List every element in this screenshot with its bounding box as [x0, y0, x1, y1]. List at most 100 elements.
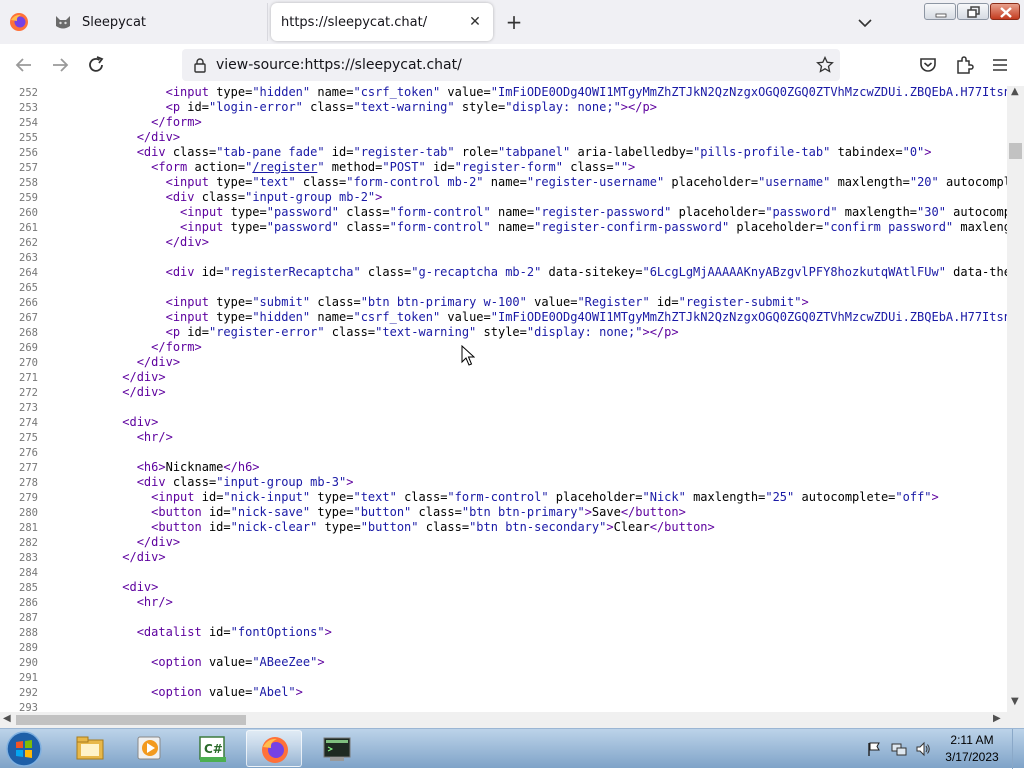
- minimize-button[interactable]: [924, 3, 956, 20]
- start-button-icon[interactable]: [4, 730, 44, 768]
- source-token: type=: [310, 490, 354, 504]
- source-link[interactable]: /register: [252, 160, 317, 174]
- address-bar[interactable]: view-source:https://sleepycat.chat/: [182, 49, 840, 81]
- source-token: "text": [252, 175, 296, 189]
- source-token: "btn btn-primary": [461, 505, 585, 519]
- chevron-down-icon[interactable]: [855, 13, 875, 33]
- line-number: 271: [19, 372, 38, 384]
- source-line: 281 <button id="nick-clear" type="button…: [0, 520, 1007, 535]
- vertical-scroll-thumb[interactable]: [1009, 143, 1022, 159]
- source-line: 259 <div class="input-group mb-2">: [0, 190, 1007, 205]
- scroll-left-icon[interactable]: ◀: [3, 713, 11, 724]
- taskbar-media-player[interactable]: [122, 730, 178, 767]
- clock-date[interactable]: 3/17/2023: [940, 750, 1004, 764]
- source-token: class=: [339, 205, 390, 219]
- source-token: </div>: [122, 385, 166, 399]
- taskbar-firefox[interactable]: [246, 730, 302, 767]
- source-token: "register-submit": [678, 295, 802, 309]
- source-line: 282 </div>: [0, 535, 1007, 550]
- taskbar-csharp-ide[interactable]: C#: [184, 730, 240, 767]
- source-token: type=: [310, 505, 354, 519]
- source-token: "password": [266, 220, 340, 234]
- scroll-right-icon[interactable]: ▶: [993, 713, 1001, 724]
- source-line: 287: [0, 610, 1007, 625]
- scroll-up-icon[interactable]: ▲: [1011, 86, 1019, 97]
- source-line: 252 <input type="hidden" name="csrf_toke…: [0, 86, 1007, 100]
- source-token: maxlength=: [830, 175, 910, 189]
- source-token: <input: [151, 490, 195, 504]
- back-arrow-icon[interactable]: [12, 53, 36, 77]
- source-line: 289: [0, 640, 1007, 655]
- source-token: [122, 355, 136, 369]
- minimize-icon: [935, 13, 947, 18]
- url-text[interactable]: view-source:https://sleepycat.chat/: [216, 57, 462, 73]
- close-window-button[interactable]: [990, 3, 1020, 20]
- source-token: [122, 115, 151, 129]
- show-desktop-button[interactable]: [1012, 729, 1024, 769]
- new-tab-button[interactable]: +: [502, 11, 526, 35]
- restore-button[interactable]: [957, 3, 989, 20]
- pocket-icon[interactable]: [916, 53, 940, 77]
- horizontal-scrollbar[interactable]: ◀ ▶: [0, 712, 1007, 728]
- source-token: value=: [440, 310, 491, 324]
- source-token: [122, 190, 165, 204]
- source-token: <input: [165, 175, 209, 189]
- source-token: [122, 265, 165, 279]
- tab-view-source[interactable]: https://sleepycat.chat/ ✕: [271, 3, 493, 41]
- tab-strip: Sleepycat https://sleepycat.chat/ ✕ +: [0, 0, 1024, 44]
- source-token: <button: [151, 505, 202, 519]
- source-token: </p>: [628, 100, 657, 114]
- tab-title: https://sleepycat.chat/: [281, 14, 428, 30]
- vertical-scrollbar[interactable]: ▲ ▼: [1007, 86, 1024, 712]
- source-token: </div>: [122, 550, 166, 564]
- menu-icon[interactable]: [988, 53, 1012, 77]
- source-token: method=: [324, 160, 383, 174]
- line-number: 287: [19, 612, 38, 624]
- source-token: "hidden": [252, 86, 311, 99]
- source-token: "pills-profile-tab": [693, 145, 831, 159]
- reload-icon[interactable]: [84, 53, 108, 77]
- source-token: [122, 100, 165, 114]
- taskbar-terminal[interactable]: [308, 730, 364, 767]
- bookmark-star-icon[interactable]: [816, 56, 834, 74]
- extensions-icon[interactable]: [952, 53, 976, 77]
- cat-icon: [56, 16, 70, 29]
- source-token: Save: [591, 505, 621, 519]
- source-view[interactable]: 252 <input type="hidden" name="csrf_toke…: [0, 86, 1007, 712]
- source-token: </p>: [649, 325, 679, 339]
- network-icon[interactable]: [891, 741, 907, 757]
- source-token: <hr/>: [136, 595, 173, 609]
- horizontal-scroll-thumb[interactable]: [16, 715, 246, 725]
- lock-icon[interactable]: [192, 57, 208, 73]
- source-token: type=: [208, 86, 253, 99]
- clock-time[interactable]: 2:11 AM: [940, 733, 1004, 747]
- scroll-down-icon[interactable]: ▼: [1011, 696, 1019, 707]
- source-token: >: [606, 520, 614, 534]
- terminal-icon: [323, 737, 351, 761]
- source-token: "hidden": [252, 310, 311, 324]
- firefox-view-icon[interactable]: [9, 12, 29, 32]
- line-number: 262: [19, 237, 38, 249]
- source-token: "login-error": [208, 100, 303, 114]
- close-tab-icon[interactable]: ✕: [467, 14, 483, 30]
- source-token: "csrf_token": [353, 86, 441, 99]
- action-center-flag-icon[interactable]: [866, 741, 882, 757]
- forward-arrow-icon[interactable]: [48, 53, 72, 77]
- source-token: id=: [425, 160, 455, 174]
- source-token: <input: [165, 310, 209, 324]
- source-token: >: [801, 295, 809, 309]
- source-token: id=: [324, 145, 354, 159]
- tab-sleepycat[interactable]: Sleepycat: [42, 3, 268, 41]
- taskbar-file-explorer[interactable]: [62, 730, 118, 767]
- source-token: id=: [194, 490, 224, 504]
- volume-icon[interactable]: [915, 741, 931, 757]
- mouse-pointer-icon: [461, 345, 475, 366]
- source-token: aria-labelledby=: [570, 145, 694, 159]
- source-token: <button: [151, 520, 202, 534]
- line-number: 282: [19, 537, 38, 549]
